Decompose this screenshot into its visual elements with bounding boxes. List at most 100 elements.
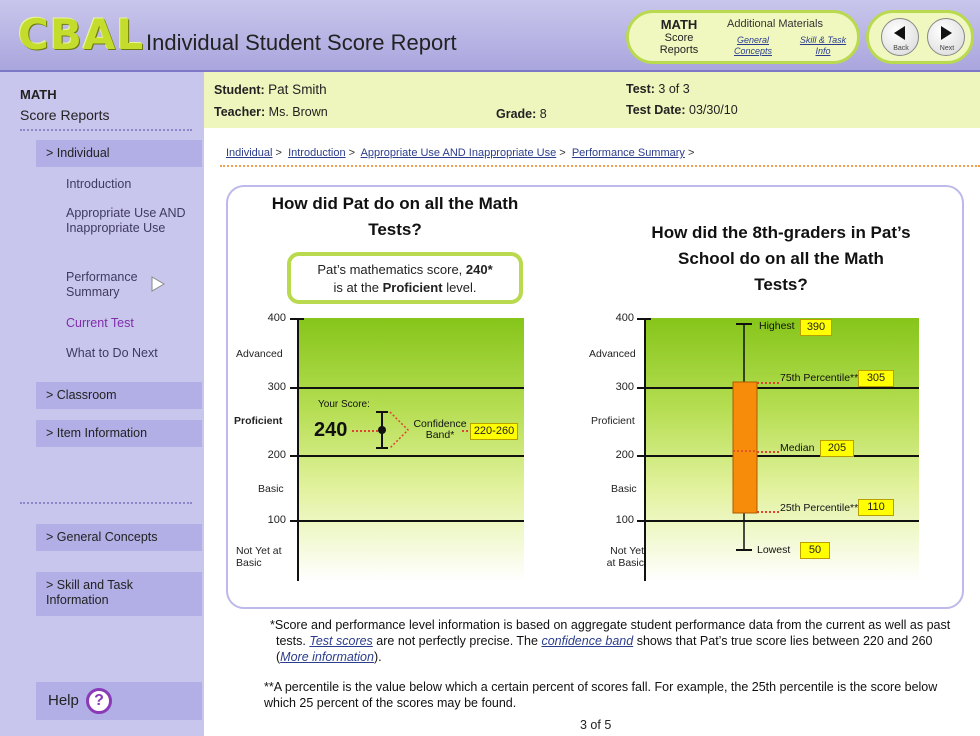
sidebar-item-current-test[interactable]: Current Test [66,316,134,331]
y-tick-label: 300 [615,381,634,393]
cbal-logo: CBAL [18,10,145,59]
y-tick-label: 300 [267,381,286,393]
more-information-link[interactable]: More information [280,650,374,664]
level-basic: Basic [611,483,637,495]
your-score-label: Your Score: [318,399,370,410]
level-proficient: Proficient [591,415,635,427]
divider [220,165,980,167]
callout-score: 240* [465,262,493,277]
footnote-text: ). [373,650,382,664]
breadcrumb-individual[interactable]: Individual [226,147,272,159]
breadcrumb-appropriate-use[interactable]: Appropriate Use AND Inappropriate Use [361,147,557,159]
callout-text: is at the [333,280,379,295]
sidebar-item-appropriate-use[interactable]: Appropriate Use AND Inappropriate Use [66,206,186,236]
median-connector [757,451,779,453]
help-button[interactable]: Help ? [36,682,202,720]
skill-task-info-link[interactable]: Skill & Task Info [799,35,847,57]
next-label: Next [939,45,955,52]
grade-value: 8 [539,107,547,121]
score-callout: Pat’s mathematics score, 240* is at the … [287,252,523,304]
median-label: Median [780,442,815,454]
app-header: CBAL Individual Student Score Report MAT… [0,0,980,72]
grade-label: Grade: [496,107,537,121]
sidebar-item-general-concepts[interactable]: > General Concepts [36,524,202,551]
y-tick-label: 100 [267,514,286,526]
p25-connector [757,511,779,513]
sidebar-item-item-information[interactable]: > Item Information [36,420,202,447]
nav-pill: Back Next [866,10,974,64]
footnote-percentile: **A percentile is the value below which … [264,680,938,710]
student-info-bar: Student: Pat Smith Teacher: Ms. Brown Gr… [204,72,980,128]
p75-label: 75th Percentile** [780,372,859,384]
tick [290,318,304,320]
score-value: 240 [314,419,348,441]
confidence-band-link[interactable]: confidence band [541,634,633,648]
back-button[interactable]: Back [881,18,919,56]
tick [637,318,651,320]
level-basic: Basic [258,483,284,495]
sidebar-item-introduction[interactable]: Introduction [66,177,131,192]
gridline-300 [637,387,919,389]
breadcrumb-performance-summary[interactable]: Performance Summary [572,147,685,159]
page-number: 3 of 5 [580,718,612,732]
sidebar-item-what-to-do-next[interactable]: What to Do Next [66,346,158,361]
gridline-200 [290,455,524,457]
gridline-100 [290,520,524,522]
math-label: MATH [660,17,698,32]
test-scores-link[interactable]: Test scores [309,634,372,648]
gridline-200 [637,455,919,457]
test-value: 3 of 3 [658,82,690,96]
y-tick-label: 100 [615,514,634,526]
breadcrumb: Individual > Introduction > Appropriate … [226,147,695,159]
gridline-100 [637,520,919,522]
footnotes: *Score and performance level information… [264,617,964,711]
right-chart-question: How did the 8th-graders in Pat’s School … [651,223,911,294]
help-label: Help [48,692,79,709]
right-y-axis [644,318,646,581]
play-triangle-icon [151,276,165,292]
page-title: Individual Student Score Report [146,30,457,55]
next-arrow-icon [941,26,952,40]
teacher-label: Teacher: [214,105,266,119]
highest-badge: 390 [800,319,832,336]
level-proficient: Proficient [234,415,283,427]
p25-label: 25th Percentile** [780,502,859,514]
level-advanced: Advanced [236,348,283,360]
materials-pill: MATH Score Reports Additional Materials … [626,10,860,64]
score-reports-label: Score Reports [659,32,699,56]
sidebar: MATH Score Reports > Individual Introduc… [0,72,204,736]
iqr-box [732,381,758,514]
callout-text: level. [446,280,477,295]
breadcrumb-introduction[interactable]: Introduction [288,147,345,159]
y-tick-label: 200 [267,449,286,461]
sidebar-item-individual[interactable]: > Individual [36,140,202,167]
next-button[interactable]: Next [927,18,965,56]
left-chart-question: How did Pat do on all the Math Tests? [271,194,519,239]
sidebar-item-skill-task[interactable]: > Skill and Task Information [36,572,202,616]
test-date-label: Test Date: [626,103,686,117]
test-label: Test: [626,82,655,96]
footnote-score: *Score and performance level information… [264,617,964,665]
teacher-field: Teacher: Ms. Brown [214,105,328,119]
callout-level: Proficient [382,280,443,295]
level-not-yet-basic: Not Yet at Basic [606,545,644,569]
back-label: Back [893,45,909,52]
sidebar-item-performance-summary[interactable]: Performance Summary [66,270,146,300]
highest-label: Highest [759,320,795,332]
box-plot [732,323,758,551]
additional-materials-label: Additional Materials [727,18,823,30]
gridline-300 [290,387,524,389]
back-arrow-icon [894,26,905,40]
general-concepts-link[interactable]: General Concepts [727,35,779,57]
math-score-reports-button[interactable]: MATH Score Reports [651,17,707,56]
sidebar-item-classroom[interactable]: > Classroom [36,382,202,409]
student-label: Student: [214,83,265,97]
p75-connector [757,382,779,384]
teacher-name: Ms. Brown [268,105,328,119]
y-tick-label: 400 [267,312,286,324]
grade-field: Grade: 8 [496,107,547,121]
level-not-yet-basic: Not Yet at Basic [236,545,282,569]
median-badge: 205 [820,440,854,457]
test-field: Test: 3 of 3 [626,82,690,96]
y-tick-label: 200 [615,449,634,461]
